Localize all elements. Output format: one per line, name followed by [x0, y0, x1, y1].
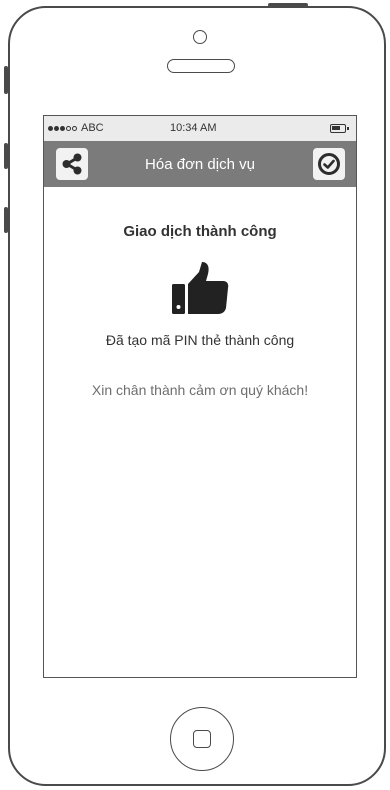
power-button	[268, 3, 308, 7]
page: ABC 10:34 AM Hóa đơn dịch vụ Giao dịch t…	[0, 0, 390, 790]
volume-up-button	[4, 143, 8, 169]
pin-created-message: Đã tạo mã PIN thẻ thành công	[105, 332, 295, 348]
mute-switch	[4, 66, 8, 94]
page-title: Hóa đơn dịch vụ	[145, 156, 255, 173]
share-icon	[62, 153, 82, 175]
signal-icon	[48, 125, 77, 131]
home-square-icon	[193, 730, 211, 748]
thank-you-message: Xin chân thành cảm ơn quý khách!	[91, 382, 309, 398]
battery-icon	[330, 124, 346, 133]
volume-down-button	[4, 207, 8, 233]
carrier-name: ABC	[81, 122, 104, 134]
thumbs-up-icon	[172, 262, 229, 314]
share-button[interactable]	[56, 148, 88, 180]
success-headline: Giao dịch thành công	[123, 223, 277, 240]
status-bar: ABC 10:34 AM	[44, 116, 356, 141]
confirm-button[interactable]	[313, 148, 345, 180]
screen: ABC 10:34 AM Hóa đơn dịch vụ Giao dịch t…	[43, 115, 357, 678]
check-circle-icon	[318, 153, 340, 175]
front-camera	[193, 30, 207, 44]
home-button[interactable]	[170, 707, 234, 771]
carrier-signal: ABC	[48, 122, 104, 134]
status-time: 10:34 AM	[170, 122, 217, 134]
speaker-grille	[167, 59, 235, 73]
nav-bar: Hóa đơn dịch vụ	[44, 141, 356, 187]
